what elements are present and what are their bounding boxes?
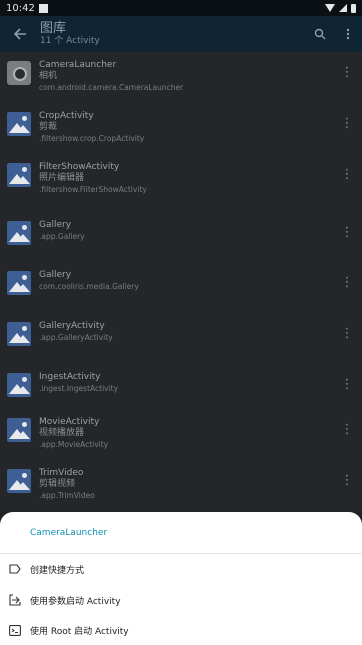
launch-with-root-item[interactable]: 使用 Root 启动 Activity (0, 615, 362, 645)
activity-label: 视频播放器 (39, 428, 85, 438)
list-item[interactable]: MovieActivity 视频播放器 .app.MovieActivity ⋮ (0, 409, 362, 460)
activity-label: 相机 (39, 71, 58, 81)
battery-icon (351, 3, 356, 13)
list-item[interactable]: CropActivity 剪裁 .filtershow.crop.CropAct… (0, 103, 362, 154)
bottom-sheet: CameraLauncher 创建快捷方式 使用参数启动 Activity 使用… (0, 512, 362, 645)
back-button[interactable] (0, 16, 40, 52)
activity-class: com.cooliris.media.Gallery (39, 282, 139, 291)
activity-name: CropActivity (39, 111, 94, 121)
activity-name: Gallery (39, 270, 72, 280)
more-vert-icon[interactable]: ⋮ (340, 276, 354, 289)
activity-class: .app.Gallery (39, 232, 85, 241)
activity-name: GalleryActivity (39, 321, 105, 331)
sheet-item-label: 使用 Root 启动 Activity (30, 626, 129, 637)
activity-name: TrimVideo (39, 468, 84, 478)
page-subtitle: 11 个 Activity (40, 36, 100, 46)
image-icon (7, 373, 31, 397)
more-vert-icon[interactable]: ⋮ (340, 168, 354, 181)
more-vert-icon[interactable]: ⋮ (340, 66, 354, 79)
image-icon (7, 221, 31, 245)
image-icon (7, 163, 31, 187)
app-bar: 图库 11 个 Activity (0, 16, 362, 52)
terminal-icon (9, 624, 21, 636)
list-item[interactable]: FilterShowActivity 照片编辑器 .filtershow.Fil… (0, 154, 362, 205)
more-vert-icon[interactable]: ⋮ (340, 226, 354, 239)
search-button[interactable] (306, 16, 334, 52)
activity-class: .ingest.IngestActivity (39, 384, 119, 393)
activity-class: .app.GalleryActivity (39, 333, 113, 342)
launch-icon (9, 594, 21, 606)
activity-class: .filtershow.FilterShowActivity (39, 185, 147, 194)
status-time: 10:42 (6, 2, 35, 14)
page-title: 图库 (40, 21, 67, 36)
activity-class: .filtershow.crop.CropActivity (39, 134, 145, 143)
activity-name: MovieActivity (39, 417, 100, 427)
image-icon (7, 418, 31, 442)
search-icon (314, 28, 326, 40)
activity-name: FilterShowActivity (39, 162, 120, 172)
more-vert-icon[interactable]: ⋮ (340, 117, 354, 130)
list-item[interactable]: Gallery .app.Gallery ⋮ (0, 212, 362, 263)
more-vert-icon[interactable]: ⋮ (340, 327, 354, 340)
arrow-left-icon (13, 28, 26, 40)
activity-class: .app.MovieActivity (39, 440, 109, 449)
wifi-icon (325, 4, 335, 12)
list-item[interactable]: TrimVideo 剪辑视频 .app.TrimVideo ⋮ (0, 460, 362, 511)
image-icon (7, 322, 31, 346)
more-vert-icon[interactable]: ⋮ (340, 378, 354, 391)
sheet-item-label: 使用参数启动 Activity (30, 596, 121, 607)
activity-label: 照片编辑器 (39, 173, 85, 183)
activity-name: IngestActivity (39, 372, 101, 382)
list-item[interactable]: IngestActivity .ingest.IngestActivity ⋮ (0, 364, 362, 415)
image-icon (7, 469, 31, 493)
more-vert-icon[interactable]: ⋮ (340, 423, 354, 436)
signal-icon (339, 4, 347, 12)
launch-with-params-item[interactable]: 使用参数启动 Activity (0, 585, 362, 615)
notification-icon (38, 3, 48, 13)
list-item[interactable]: GalleryActivity .app.GalleryActivity ⋮ (0, 313, 362, 364)
image-icon (7, 112, 31, 136)
sheet-title: CameraLauncher (30, 528, 108, 538)
activity-name: Gallery (39, 220, 72, 230)
activity-label: 剪辑视频 (39, 479, 76, 489)
activity-label: 剪裁 (39, 122, 58, 132)
activity-list: CameraLauncher 相机 com.android.camera.Cam… (0, 52, 362, 512)
status-bar: 10:42 (0, 0, 362, 16)
activity-class: .app.TrimVideo (39, 491, 95, 500)
activity-class: com.android.camera.CameraLauncher (39, 83, 184, 92)
label-icon (9, 564, 21, 574)
list-item[interactable]: Gallery com.cooliris.media.Gallery ⋮ (0, 262, 362, 313)
list-item[interactable]: CameraLauncher 相机 com.android.camera.Cam… (0, 52, 362, 103)
more-vert-icon[interactable]: ⋮ (340, 474, 354, 487)
sheet-item-label: 创建快捷方式 (30, 565, 85, 576)
camera-icon (7, 61, 31, 85)
create-shortcut-item[interactable]: 创建快捷方式 (0, 554, 362, 584)
activity-name: CameraLauncher (39, 60, 117, 70)
image-icon (7, 271, 31, 295)
overflow-menu-button[interactable] (334, 16, 362, 52)
more-vert-icon (346, 28, 350, 40)
